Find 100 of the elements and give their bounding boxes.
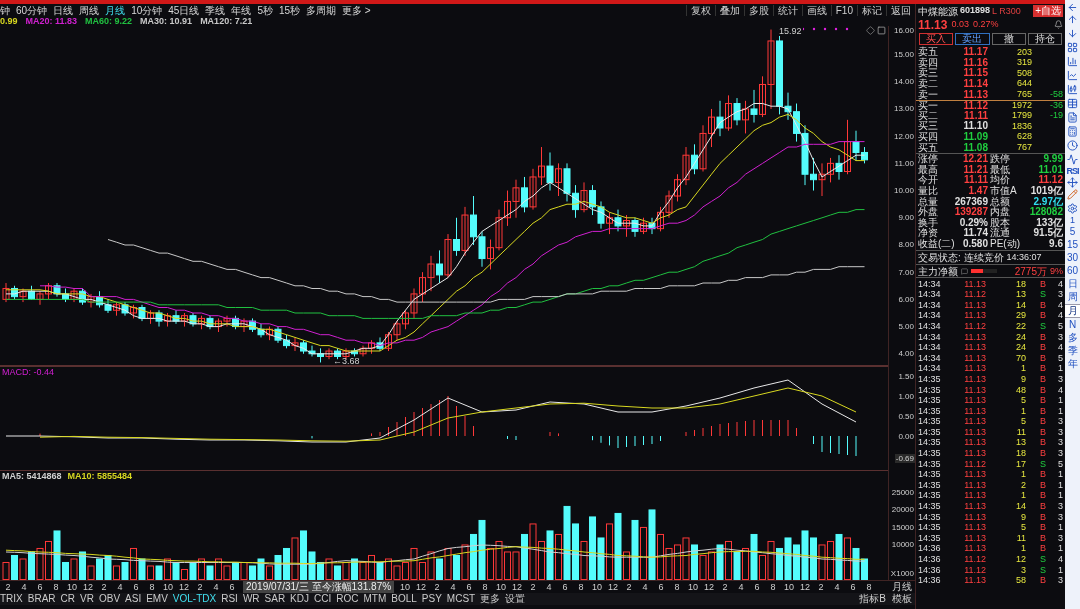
period-shortcut[interactable]: 季 — [1065, 345, 1080, 357]
period-tab[interactable]: 更多 > — [342, 4, 371, 16]
indicator-tab[interactable]: BRAR — [27, 593, 56, 605]
stock-name: 中煤能源 — [918, 4, 958, 19]
trade-volume: 1 — [1020, 405, 1026, 416]
indicator-tab[interactable]: 设置 — [505, 593, 526, 605]
period-shortcut[interactable]: 30 — [1065, 252, 1080, 264]
indicator-tab[interactable]: BOLL — [391, 593, 417, 605]
trade-price: 11.13 — [963, 501, 986, 512]
macd-axis-label: 1.00 — [898, 391, 914, 401]
trade-button[interactable]: 买入 — [919, 33, 954, 45]
volume-axis-label: 20000 — [891, 505, 914, 515]
trade-price: 11.13 — [963, 278, 986, 289]
stat-value: 0.580 — [961, 239, 988, 249]
trade-volume: 29 — [1015, 310, 1026, 321]
toolbar-button[interactable]: 复权 — [685, 4, 715, 16]
toolbar-button[interactable]: 返回 — [886, 4, 915, 16]
indicator-tab[interactable]: TRIX — [0, 593, 23, 605]
trade-time: 14:34 — [918, 320, 942, 331]
indicator-tab[interactable]: RSI — [221, 593, 238, 605]
stat-label: 市值A — [989, 186, 1018, 196]
period-shortcut[interactable]: 日 — [1065, 278, 1080, 290]
stat-label: 总量 — [918, 196, 939, 207]
period-shortcut[interactable]: 多 — [1065, 332, 1080, 344]
trade-side: S — [1039, 289, 1046, 300]
period-tab[interactable]: 月线 — [105, 4, 126, 16]
time-axis-label: 4 — [641, 581, 649, 593]
period-shortcut[interactable]: 年 — [1065, 358, 1080, 370]
period-tab[interactable]: 季线 — [205, 4, 226, 16]
indicator-tab[interactable]: CCI — [314, 593, 332, 605]
trade-button[interactable]: 撤 — [991, 33, 1026, 45]
indicator-tab[interactable]: CR — [60, 593, 76, 605]
toolbar-button[interactable]: 统计 — [772, 4, 802, 16]
toolbar-button[interactable]: F10 — [830, 4, 857, 16]
indicator-tab[interactable]: VOL-TDX — [172, 593, 217, 605]
stat-label: 流通 — [989, 228, 1011, 239]
trade-side: B — [1039, 363, 1046, 374]
toolbar-button[interactable]: 画线 — [801, 4, 831, 16]
stat-value: 128082 — [1028, 207, 1063, 218]
rsi-button[interactable]: RSI — [1066, 166, 1079, 176]
trade-volume: 48 — [1015, 384, 1026, 395]
period-tab[interactable]: 年线 — [231, 4, 252, 16]
macd-current-value: -0.69 — [894, 454, 915, 463]
trade-button[interactable]: 卖出 — [955, 33, 990, 45]
toolbar-button[interactable]: 叠加 — [714, 4, 744, 16]
toolbar-button[interactable]: 多股 — [743, 4, 773, 16]
trade-volume: 1 — [1020, 490, 1026, 501]
indicator-tab[interactable]: 更多 — [480, 593, 501, 605]
ma-legend: MA60: 9.22 — [85, 16, 133, 26]
stat-label: 均价 — [989, 175, 1011, 186]
trade-price: 11.13 — [963, 373, 986, 384]
trade-side: B — [1039, 395, 1046, 406]
indicator-tab[interactable]: ROC — [336, 593, 359, 605]
trade-price: 11.12 — [963, 564, 986, 575]
indicator-tab[interactable]: ASI — [125, 593, 142, 605]
period-tab[interactable]: 多周期 — [306, 4, 337, 16]
period-tab[interactable]: 10分钟 — [131, 4, 163, 16]
trade-volume: 14 — [1015, 299, 1026, 310]
price-axis-label: 5.00 — [898, 322, 914, 332]
period-tab[interactable]: 15秒 — [278, 4, 301, 16]
toolbar-button[interactable]: 标记 — [857, 4, 886, 16]
indicator-tab[interactable]: WR — [242, 593, 260, 605]
period-tab[interactable]: 60分钟 — [16, 4, 48, 16]
indicator-tab[interactable]: SAR — [264, 593, 286, 605]
add-watchlist-button[interactable]: +自选 — [1033, 5, 1063, 17]
stat-value: 91.5亿 — [1032, 228, 1063, 239]
indicator-tab[interactable]: MCST — [446, 593, 476, 605]
indicator-tab[interactable]: OBV — [98, 593, 121, 605]
time-axis-label: 8 — [148, 581, 156, 593]
stat-value: 9.99 — [1042, 154, 1063, 165]
period-tab[interactable]: 日线 — [53, 4, 74, 16]
indicator-tab[interactable]: MTM — [363, 593, 387, 605]
indicator-tab[interactable]: KDJ — [290, 593, 309, 605]
trade-count: 5 — [1057, 320, 1063, 331]
period-tab[interactable]: 钟 — [0, 4, 10, 16]
indicator-tab[interactable]: PSY — [421, 593, 442, 605]
indicator-tab[interactable]: VR — [80, 593, 94, 605]
period-shortcut[interactable]: 周 — [1065, 291, 1080, 303]
trade-button[interactable]: 持仓 — [1027, 33, 1062, 45]
trade-time: 14:35 — [918, 426, 942, 437]
price-change-percent: 0.27% — [972, 17, 999, 31]
trade-time: 14:35 — [918, 501, 942, 512]
trade-volume: 5 — [1020, 395, 1026, 406]
trade-side: S — [1039, 320, 1046, 331]
period-tab[interactable]: 5秒 — [257, 4, 273, 16]
period-shortcut[interactable]: 5 — [1065, 226, 1080, 238]
indicator-menu-button[interactable]: 指标B — [856, 593, 889, 605]
volume-axis-label: 10000 — [891, 540, 914, 550]
period-shortcut[interactable]: 15 — [1065, 239, 1080, 251]
period-tab[interactable]: 45日线 — [168, 4, 200, 16]
stat-label: 收益(二) — [918, 239, 953, 249]
period-shortcut[interactable]: 60 — [1065, 265, 1080, 277]
period-tab[interactable]: 周线 — [79, 4, 100, 16]
period-shortcut[interactable]: 月 — [1065, 304, 1080, 318]
time-axis-label: 2 — [196, 581, 204, 593]
indicator-tab[interactable]: EMV — [146, 593, 168, 605]
trade-time: 14:36 — [918, 543, 942, 554]
trade-price: 11.13 — [963, 511, 986, 522]
indicator-menu-button[interactable]: 模板 — [889, 593, 915, 605]
period-shortcut[interactable]: N — [1065, 319, 1080, 331]
